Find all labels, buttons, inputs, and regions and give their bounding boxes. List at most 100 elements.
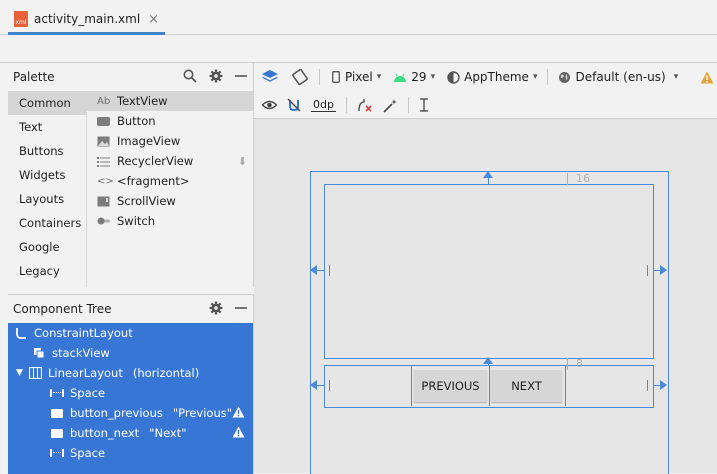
space-divider-right (565, 366, 566, 406)
linear-right-arrow (660, 380, 667, 390)
category-label: Buttons (19, 144, 64, 158)
infer-constraints-icon[interactable] (383, 98, 398, 113)
button-icon (50, 407, 64, 419)
stack-top-margin-label: 16 (567, 173, 590, 185)
tree-item-attr: (horizontal) (132, 366, 200, 380)
download-icon[interactable]: ⬇ (238, 155, 247, 168)
category-common[interactable]: Common (8, 91, 86, 115)
button-icon (97, 116, 113, 126)
constraint-layout-icon (14, 327, 28, 339)
fragment-icon: <> (97, 175, 114, 187)
clear-constraints-icon[interactable] (357, 98, 373, 112)
globe-icon (559, 71, 571, 83)
category-widgets[interactable]: Widgets (8, 163, 86, 187)
stack-right-constraint (653, 270, 660, 271)
linear-right-cap (647, 380, 648, 391)
palette-item-scrollview[interactable]: ScrollView (87, 191, 253, 211)
guidelines-icon[interactable] (419, 98, 429, 112)
chevron-down-icon: ▾ (376, 72, 382, 82)
button-divider (489, 366, 490, 406)
next-button[interactable]: NEXT (491, 370, 562, 402)
component-tree-panel: Component Tree ConstraintLayout stackVie… (8, 294, 254, 474)
gear-icon[interactable] (209, 301, 223, 315)
palette-item-recyclerview[interactable]: RecyclerView ⬇ (87, 151, 253, 171)
android-icon (394, 73, 407, 82)
palette-item-label: Switch (117, 214, 156, 228)
tree-item-button-next[interactable]: button_next "Next" (8, 423, 253, 443)
tree-item-constraintlayout[interactable]: ConstraintLayout (8, 323, 253, 343)
scroll-icon (97, 196, 113, 207)
space-divider-left (411, 366, 412, 406)
tree-item-space[interactable]: Space (8, 383, 253, 403)
file-tab-label: activity_main.xml (34, 12, 141, 26)
palette-item-textview[interactable]: Ab TextView (87, 91, 253, 111)
api-dropdown[interactable]: 29 ▾ (393, 70, 435, 84)
expand-arrow-icon[interactable]: ▼ (16, 368, 28, 378)
tree-item-linearlayout[interactable]: ▼ LinearLayout (horizontal) (8, 363, 253, 383)
tree-item-button-previous[interactable]: button_previous "Previous" (8, 403, 253, 423)
palette-header: Palette (8, 63, 253, 91)
category-text[interactable]: Text (8, 115, 86, 139)
category-label: Layouts (19, 192, 65, 206)
category-label: Legacy (19, 264, 60, 278)
palette-categories: Common Text Buttons Widgets Layouts Cont… (8, 91, 87, 287)
eye-icon[interactable] (262, 100, 277, 110)
chevron-down-icon: ▾ (673, 72, 679, 82)
palette-item-label: ScrollView (117, 194, 176, 208)
theme-icon (447, 70, 460, 84)
orientation-icon[interactable] (291, 69, 309, 85)
close-tab-icon[interactable]: × (148, 12, 159, 27)
editor-tab-bar: xml activity_main.xml × (0, 0, 717, 35)
stack-right-arrow (660, 265, 667, 275)
category-buttons[interactable]: Buttons (8, 139, 86, 163)
previous-button[interactable]: PREVIOUS (414, 370, 487, 402)
stackview-frame[interactable] (324, 184, 654, 359)
theme-dropdown[interactable]: AppTheme ▾ (447, 70, 537, 84)
toolbar-separator (319, 69, 320, 85)
tree-item-attr: "Previous" (172, 406, 233, 420)
locale-dropdown[interactable]: Default (en-us) ▾ (558, 70, 678, 84)
default-margin-field[interactable]: 0dp (311, 98, 336, 112)
search-icon[interactable] (183, 69, 197, 83)
category-containers[interactable]: Containers (8, 211, 86, 235)
design-toolbar: Pixel ▾ 29 ▾ AppTheme ▾ Default (en-us) ▾ (254, 63, 717, 91)
category-label: Common (19, 96, 71, 110)
linear-right-constraint (653, 385, 660, 386)
gear-icon[interactable] (209, 69, 223, 83)
toolbar-separator (345, 97, 347, 113)
tree-item-stackview[interactable]: stackView (8, 343, 253, 363)
stack-left-cap (329, 265, 330, 276)
minimize-icon[interactable] (235, 302, 247, 314)
tree-item-attr: "Next" (149, 426, 187, 440)
category-layouts[interactable]: Layouts (8, 187, 86, 211)
stackview-icon (32, 347, 46, 359)
autoconnect-icon[interactable] (287, 98, 301, 112)
toolbar-separator (407, 97, 409, 113)
tree-item-name: button_next (70, 426, 140, 440)
warning-icon[interactable] (232, 426, 245, 441)
toolbar-separator (547, 69, 549, 85)
palette-item-button[interactable]: Button (87, 111, 253, 131)
file-tab[interactable]: xml activity_main.xml × (8, 6, 166, 35)
palette-item-label: RecyclerView (117, 154, 194, 168)
linear-left-cap (329, 380, 330, 391)
space-icon (50, 387, 64, 399)
palette-item-switch[interactable]: Switch (87, 211, 253, 231)
minimize-icon[interactable] (235, 70, 247, 82)
palette-item-fragment[interactable]: <> <fragment> (87, 171, 253, 191)
device-dropdown[interactable]: Pixel ▾ (332, 70, 381, 84)
linear-left-arrow (310, 380, 317, 390)
device-label: Pixel (345, 70, 373, 84)
category-legacy[interactable]: Legacy (8, 259, 86, 283)
category-google[interactable]: Google (8, 235, 86, 259)
palette-item-imageview[interactable]: ImageView (87, 131, 253, 151)
stack-right-cap (647, 265, 648, 276)
image-icon (97, 136, 113, 147)
linear-top-arrow (483, 357, 493, 364)
tree-item-space[interactable]: Space (8, 443, 253, 463)
warning-icon[interactable] (700, 71, 714, 84)
layers-icon[interactable] (261, 69, 279, 85)
list-icon (97, 156, 113, 167)
constraint-toolbar: 0dp (254, 92, 717, 119)
warning-icon[interactable] (232, 406, 245, 421)
